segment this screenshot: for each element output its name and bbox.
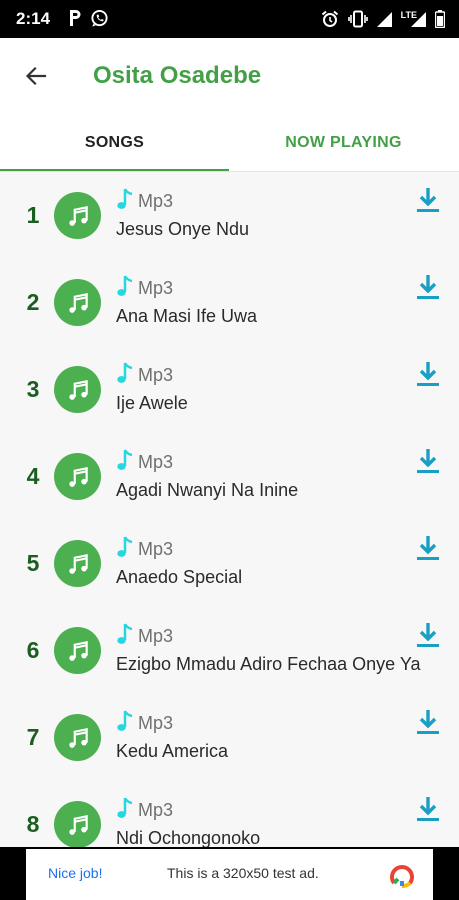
song-title: Anaedo Special <box>116 567 243 587</box>
status-time: 2:14 <box>16 9 51 28</box>
song-type: Mp3 <box>138 452 174 472</box>
song-title: Ije Awele <box>116 393 188 413</box>
ad-logo-icon[interactable] <box>388 861 416 889</box>
music-note-icon <box>116 274 134 303</box>
alarm-icon <box>321 9 339 29</box>
song-title: Ndi Ochongonoko <box>116 828 261 847</box>
tab-now-playing[interactable]: NOW PLAYING <box>229 114 458 172</box>
song-title: Agadi Nwanyi Na Inine <box>116 480 299 500</box>
song-number: 3 <box>26 376 40 402</box>
song-number: 8 <box>26 811 40 837</box>
song-number: 5 <box>26 550 40 576</box>
music-note-icon <box>116 535 134 564</box>
list-item[interactable]: 4 Mp3 Agadi Nwanyi Na Inine <box>0 433 459 520</box>
page-title: Osita Osadebe <box>93 62 262 89</box>
song-title: Ezigbo Mmadu Adiro Fechaa Onye Ya <box>116 654 421 674</box>
download-icon[interactable] <box>414 794 442 824</box>
music-note-icon <box>54 714 101 761</box>
tab-songs[interactable]: SONGS <box>0 114 229 172</box>
download-icon[interactable] <box>414 185 442 215</box>
list-item[interactable]: 7 Mp3 Kedu America <box>0 694 459 781</box>
song-number: 6 <box>26 637 40 663</box>
list-item[interactable]: 8 Mp3 Ndi Ochongonoko <box>0 781 459 847</box>
song-list[interactable]: 1 Mp3 Jesus Onye Ndu 2 Mp3 Ana Masi Ife … <box>0 172 459 847</box>
parking-icon <box>68 8 82 28</box>
status-bar: 2:14 LTE <box>0 0 459 38</box>
list-item[interactable]: 5 Mp3 Anaedo Special <box>0 520 459 607</box>
music-note-icon <box>54 801 101 847</box>
ad-content[interactable]: Nice job! This is a 320x50 test ad. <box>26 849 433 900</box>
song-type: Mp3 <box>138 365 174 385</box>
list-item[interactable]: 3 Mp3 Ije Awele <box>0 346 459 433</box>
song-title: Kedu America <box>116 741 229 761</box>
music-note-icon <box>54 540 101 587</box>
list-item[interactable]: 1 Mp3 Jesus Onye Ndu <box>0 172 459 259</box>
song-type: Mp3 <box>138 539 174 559</box>
song-number: 7 <box>26 724 40 750</box>
music-note-icon <box>54 192 101 239</box>
download-icon[interactable] <box>414 707 442 737</box>
signal-icon <box>376 9 392 29</box>
download-icon[interactable] <box>414 272 442 302</box>
arrow-back-icon[interactable] <box>20 60 52 92</box>
song-number: 2 <box>26 289 40 315</box>
vibrate-icon <box>347 9 368 29</box>
list-item[interactable]: 2 Mp3 Ana Masi Ife Uwa <box>0 259 459 346</box>
song-title: Ana Masi Ife Uwa <box>116 306 258 326</box>
music-note-icon <box>116 709 134 738</box>
download-icon[interactable] <box>414 620 442 650</box>
ad-nice-label[interactable]: Nice job! <box>48 865 102 881</box>
song-type: Mp3 <box>138 713 174 733</box>
song-type: Mp3 <box>138 800 174 820</box>
music-note-icon <box>54 453 101 500</box>
music-note-icon <box>54 366 101 413</box>
lte-signal-icon: LTE <box>401 9 426 29</box>
music-note-icon <box>54 279 101 326</box>
whatsapp-icon <box>90 8 109 28</box>
music-note-icon <box>116 622 134 651</box>
music-note-icon <box>54 627 101 674</box>
song-type: Mp3 <box>138 626 174 646</box>
song-type: Mp3 <box>138 278 174 298</box>
song-title: Jesus Onye Ndu <box>116 219 250 239</box>
song-number: 4 <box>26 463 40 489</box>
music-note-icon <box>116 448 134 477</box>
download-icon[interactable] <box>414 533 442 563</box>
music-note-icon <box>116 361 134 390</box>
ad-text[interactable]: This is a 320x50 test ad. <box>167 865 319 881</box>
music-note-icon <box>116 796 134 825</box>
music-note-icon <box>116 187 134 216</box>
song-number: 1 <box>26 202 40 228</box>
tab-bar: SONGS NOW PLAYING <box>0 114 459 172</box>
download-icon[interactable] <box>414 359 442 389</box>
app-bar: Osita Osadebe <box>0 38 459 114</box>
list-item[interactable]: 6 Mp3 Ezigbo Mmadu Adiro Fechaa Onye Ya <box>0 607 459 694</box>
battery-icon <box>435 9 445 29</box>
ad-banner[interactable]: Nice job! This is a 320x50 test ad. <box>0 847 459 900</box>
download-icon[interactable] <box>414 446 442 476</box>
song-type: Mp3 <box>138 191 174 211</box>
